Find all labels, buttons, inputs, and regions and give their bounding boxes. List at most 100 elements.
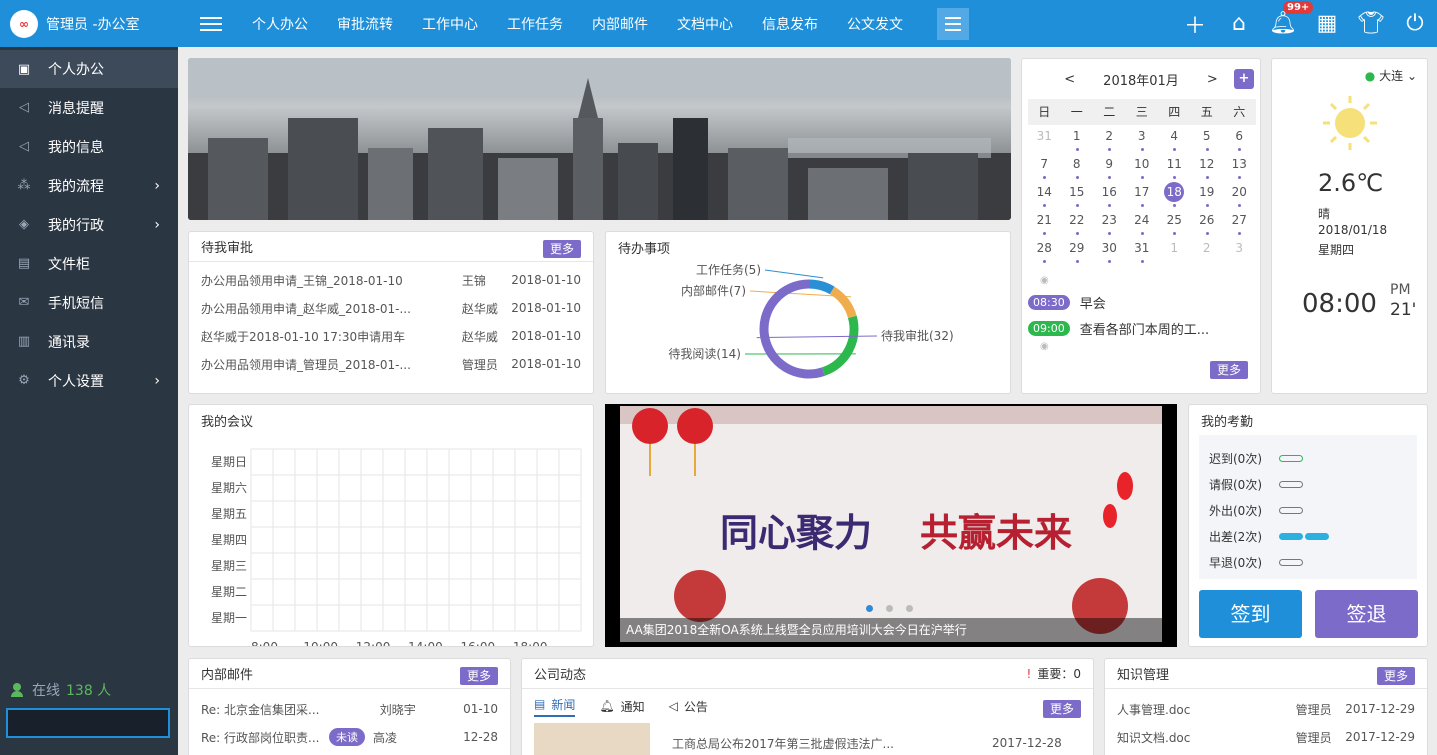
- slide-dot[interactable]: [886, 605, 893, 612]
- calendar-day[interactable]: 3: [1223, 237, 1256, 265]
- calendar-day[interactable]: 25: [1158, 209, 1191, 237]
- calendar-day[interactable]: 16: [1093, 181, 1126, 209]
- calendar-day[interactable]: 1: [1061, 125, 1094, 153]
- calendar-day[interactable]: 13: [1223, 153, 1256, 181]
- add-icon[interactable]: ＋: [1173, 8, 1217, 40]
- calendar-day[interactable]: 20: [1223, 181, 1256, 209]
- nav-tab[interactable]: 工作中心: [422, 14, 478, 34]
- donut-slice[interactable]: [823, 317, 854, 372]
- calendar-day[interactable]: 26: [1191, 209, 1224, 237]
- sidebar-item[interactable]: ◈我的行政›: [0, 205, 178, 244]
- sidebar-item[interactable]: ◁消息提醒: [0, 88, 178, 127]
- calendar-day[interactable]: 10: [1126, 153, 1159, 181]
- nav-tab[interactable]: 审批流转: [337, 14, 393, 34]
- calendar-day[interactable]: 29: [1061, 237, 1094, 265]
- calendar-event[interactable]: 09:00查看各部门本周的工...: [1022, 315, 1260, 341]
- sidebar-item[interactable]: ▤文件柜: [0, 244, 178, 283]
- calendar-day[interactable]: 27: [1223, 209, 1256, 237]
- home-icon[interactable]: ⌂: [1217, 11, 1261, 36]
- approval-row[interactable]: 赵华威于2018-01-10 17:30申请用车赵华威2018-01-10: [189, 322, 593, 350]
- knowledge-more-button[interactable]: 更多: [1377, 667, 1415, 685]
- grid-icon[interactable]: ▦: [1305, 11, 1349, 36]
- news-tab[interactable]: ▤新闻: [534, 696, 575, 717]
- calendar-event[interactable]: 08:30早会: [1022, 289, 1260, 315]
- slide-dot[interactable]: [906, 605, 913, 612]
- checkin-button[interactable]: 签到: [1199, 590, 1302, 638]
- slide-dot[interactable]: [866, 605, 873, 612]
- news-row[interactable]: 工商总局公布2017年第三批虚假违法广... 2017-12-28: [522, 723, 1093, 755]
- city-skyline-image: [188, 58, 1011, 220]
- slide-caption[interactable]: AA集团2018全新OA系统上线暨全员应用培训大会今日在沪举行: [620, 618, 1162, 642]
- nav-tab[interactable]: 公文发文: [847, 14, 903, 34]
- calendar-next-button[interactable]: >: [1207, 72, 1218, 87]
- calendar-day[interactable]: 18: [1158, 181, 1191, 209]
- calendar-day[interactable]: 1: [1158, 237, 1191, 265]
- menu-toggle-icon[interactable]: [200, 13, 222, 35]
- nav-tab[interactable]: 工作任务: [507, 14, 563, 34]
- calendar-day[interactable]: 28: [1028, 237, 1061, 265]
- approval-row[interactable]: 办公用品领用申请_王锦_2018-01-10王锦2018-01-10: [189, 266, 593, 294]
- calendar-day[interactable]: 6: [1223, 125, 1256, 153]
- calendar-day[interactable]: 21: [1028, 209, 1061, 237]
- calendar-day[interactable]: 5: [1191, 125, 1224, 153]
- calendar-day[interactable]: 3: [1126, 125, 1159, 153]
- calendar-day[interactable]: 19: [1191, 181, 1224, 209]
- knowledge-row[interactable]: 人事管理.doc管理员2017-12-29: [1105, 695, 1427, 723]
- news-more-button[interactable]: 更多: [1043, 700, 1081, 718]
- news-tab[interactable]: 🔔︎通知: [599, 698, 644, 715]
- calendar-day[interactable]: 24: [1126, 209, 1159, 237]
- mail-row[interactable]: Re: 北京金信集团采...刘晓宇01-10: [189, 695, 510, 723]
- approval-row-title: 办公用品领用申请_赵华威_2018-01-...: [201, 300, 462, 317]
- sidebar-item[interactable]: ◁我的信息: [0, 127, 178, 166]
- calendar-day[interactable]: 17: [1126, 181, 1159, 209]
- calendar-day[interactable]: 9: [1093, 153, 1126, 181]
- calendar-day[interactable]: 4: [1158, 125, 1191, 153]
- calendar-day[interactable]: 2: [1191, 237, 1224, 265]
- sidebar-item[interactable]: ⚙个人设置›: [0, 361, 178, 400]
- approval-more-button[interactable]: 更多: [543, 240, 581, 258]
- weather-city[interactable]: ● 大连 ⌄: [1365, 67, 1417, 84]
- approval-row[interactable]: 办公用品领用申请_管理员_2018-01-...管理员2018-01-10: [189, 350, 593, 378]
- nav-tab[interactable]: 内部邮件: [592, 14, 648, 34]
- app-logo: ∞: [10, 10, 38, 38]
- calendar-add-button[interactable]: +: [1234, 69, 1254, 89]
- calendar-prev-button[interactable]: <: [1064, 72, 1075, 87]
- calendar-day[interactable]: 7: [1028, 153, 1061, 181]
- sidebar-item[interactable]: ✉手机短信: [0, 283, 178, 322]
- calendar-day[interactable]: 23: [1093, 209, 1126, 237]
- calendar-day[interactable]: 8: [1061, 153, 1094, 181]
- nav-more-icon[interactable]: [937, 8, 969, 40]
- calendar-more-button[interactable]: 更多: [1210, 361, 1248, 379]
- sidebar-item[interactable]: ▥通讯录: [0, 322, 178, 361]
- calendar-day[interactable]: 30: [1093, 237, 1126, 265]
- donut-slice[interactable]: [764, 284, 823, 374]
- envelope-icon: ✉: [16, 295, 32, 311]
- calendar-day[interactable]: 11: [1158, 153, 1191, 181]
- checkout-button[interactable]: 签退: [1315, 590, 1418, 638]
- sidebar-item[interactable]: ▣个人办公: [0, 50, 178, 88]
- donut-slice[interactable]: [832, 290, 852, 317]
- theme-shirt-icon[interactable]: 👕︎: [1349, 11, 1393, 36]
- knowledge-list: 人事管理.doc管理员2017-12-29知识文档.doc管理员2017-12-…: [1105, 689, 1427, 751]
- nav-tab[interactable]: 个人办公: [252, 14, 308, 34]
- sidebar-item[interactable]: ⁂我的流程›: [0, 166, 178, 205]
- calendar-day[interactable]: 31: [1126, 237, 1159, 265]
- search-input[interactable]: [8, 710, 191, 736]
- calendar-day[interactable]: 2: [1093, 125, 1126, 153]
- mail-row[interactable]: Re: 行政部岗位职责...未读高凌12-28: [189, 723, 510, 751]
- news-tab[interactable]: ◁公告: [669, 698, 708, 715]
- bell-icon[interactable]: 🔔︎99+: [1261, 11, 1305, 36]
- mail-more-button[interactable]: 更多: [460, 667, 498, 685]
- nav-tab[interactable]: 文档中心: [677, 14, 733, 34]
- power-icon[interactable]: ⏻: [1393, 11, 1437, 36]
- knowledge-row[interactable]: 知识文档.doc管理员2017-12-29: [1105, 723, 1427, 751]
- donut-slice[interactable]: [809, 284, 832, 290]
- calendar-day[interactable]: 15: [1061, 181, 1094, 209]
- calendar-day[interactable]: 31: [1028, 125, 1061, 153]
- nav-tab[interactable]: 信息发布: [762, 14, 818, 34]
- calendar-day[interactable]: 14: [1028, 181, 1061, 209]
- calendar-day[interactable]: 22: [1061, 209, 1094, 237]
- news-slideshow[interactable]: 同心聚力 共赢未来 AA集团2018全新OA系统上线暨全员应用培训大会今日在沪举…: [605, 404, 1177, 647]
- approval-row[interactable]: 办公用品领用申请_赵华威_2018-01-...赵华威2018-01-10: [189, 294, 593, 322]
- calendar-day[interactable]: 12: [1191, 153, 1224, 181]
